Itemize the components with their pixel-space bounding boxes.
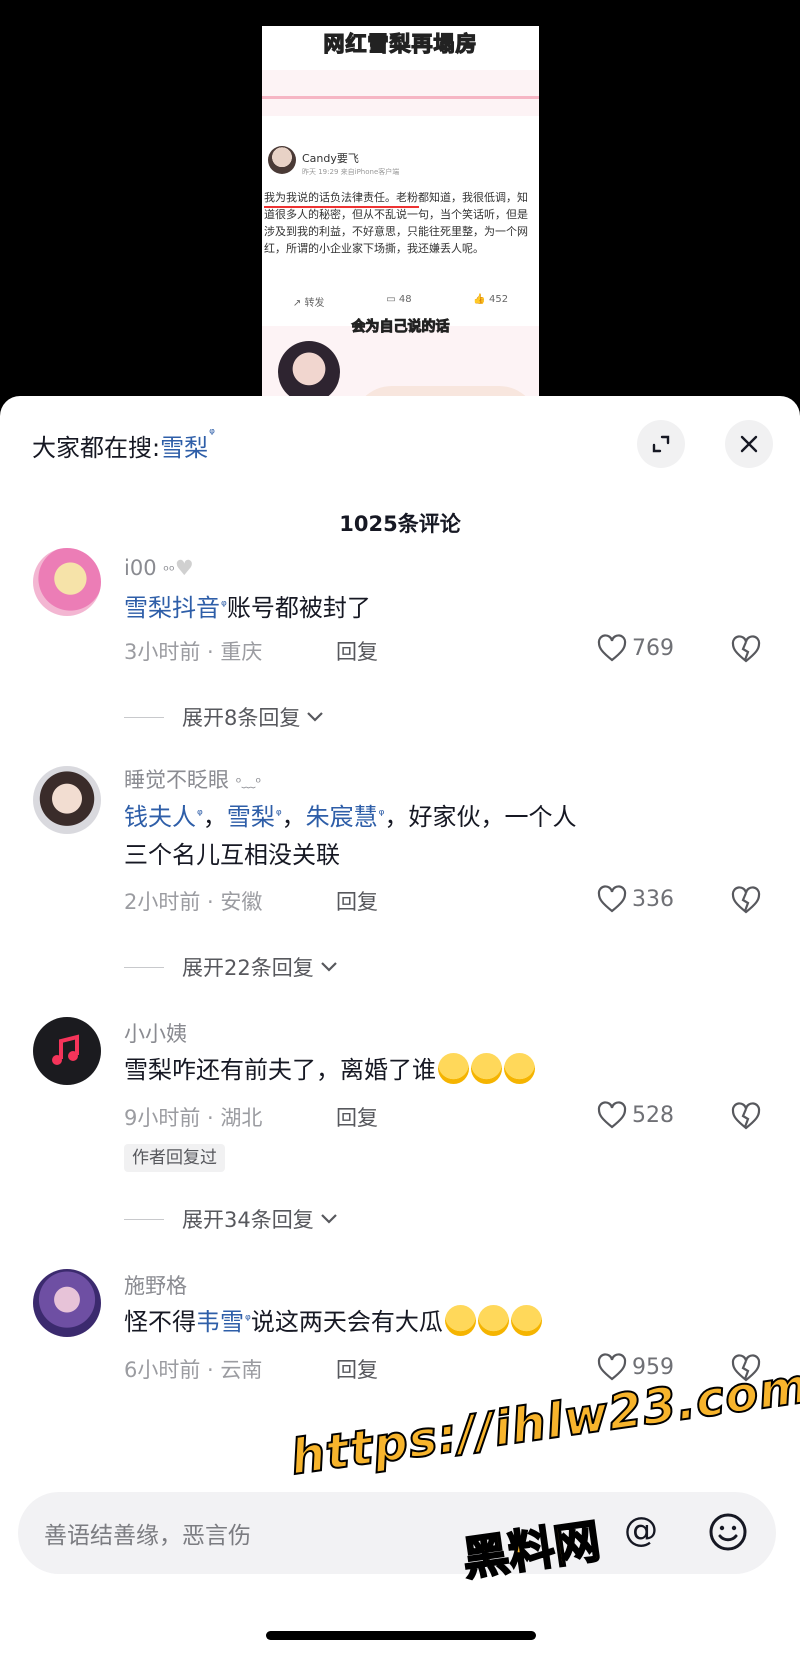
broken-heart-icon [731, 886, 761, 914]
dislike-button[interactable] [730, 1101, 762, 1135]
reply-button[interactable]: 回复 [336, 636, 378, 666]
emoji-button[interactable] [706, 1510, 750, 1558]
laughing-emoji-icon [444, 1304, 476, 1336]
weibo-username: Candy要飞 [302, 152, 359, 165]
laughing-emoji-icon [504, 1052, 535, 1084]
like-button[interactable]: 336 [596, 884, 674, 914]
close-button[interactable] [725, 420, 773, 468]
like-button[interactable]: 528 [596, 1100, 674, 1130]
weibo-screenshot: Candy要飞 昨天 19:29 来自iPhone客户端 我为我说的话负法律责任… [262, 116, 539, 326]
video-area[interactable]: 网红雪梨再塌房 Candy要飞 昨天 19:29 来自iPhone客户端 我为我… [0, 0, 800, 410]
comment-username[interactable]: 小小姨 [124, 1018, 187, 1048]
comment-username[interactable]: 施野格 [124, 1270, 187, 1300]
like-count: 959 [632, 1354, 674, 1380]
dislike-button[interactable] [730, 885, 762, 919]
comment-meta: 3小时前 · 重庆 [124, 640, 263, 664]
avatar[interactable] [33, 766, 101, 834]
comment-count: 1025条评论 [339, 512, 461, 536]
search-suggestion[interactable]: 大家都在搜:雪梨ᵠ [32, 426, 215, 463]
comment-input-placeholder: 善语结善缘，恶言伤 [44, 1523, 251, 1549]
close-icon [740, 435, 758, 453]
emoji-icon [709, 1513, 747, 1551]
laughing-emoji-icon [438, 1052, 469, 1084]
heart-icon [597, 634, 627, 662]
expand-icon [652, 435, 670, 453]
weibo-meta: 昨天 19:29 来自iPhone客户端 [302, 168, 400, 176]
comment-meta: 6小时前 · 云南 [124, 1358, 263, 1382]
comment-username[interactable]: i00 ᵒᵒ♥ [124, 556, 194, 580]
heart-icon [597, 1101, 627, 1129]
like-button[interactable]: 769 [596, 633, 674, 663]
reply-button[interactable]: 回复 [336, 886, 378, 916]
reply-button[interactable]: 回复 [336, 1354, 378, 1384]
avatar[interactable] [33, 1269, 101, 1337]
comment-input[interactable]: 善语结善缘，恶言伤 @ [18, 1492, 776, 1574]
broken-heart-icon [731, 1102, 761, 1130]
laughing-emoji-icon [510, 1304, 542, 1336]
expand-button[interactable] [637, 420, 685, 468]
chevron-down-icon [320, 1214, 337, 1224]
comment-link[interactable]: 雪梨 [227, 803, 275, 831]
like-count: 528 [632, 1102, 674, 1128]
comment-text: 钱夫人ᵠ，雪梨ᵠ，朱宸慧ᵠ，好家伙，一个人 三个名儿互相没关联 [124, 803, 577, 869]
expand-replies[interactable]: 展开22条回复 [124, 952, 338, 982]
comment-link[interactable]: 钱夫人 [124, 803, 196, 831]
laughing-emoji-icon [477, 1304, 509, 1336]
dislike-button[interactable] [730, 634, 762, 668]
laughing-emoji-icon [471, 1052, 502, 1084]
author-replied-badge: 作者回复过 [124, 1144, 225, 1172]
reply-button[interactable]: 回复 [336, 1102, 378, 1132]
heart-icon [597, 1353, 627, 1381]
broken-heart-icon [731, 635, 761, 663]
avatar[interactable] [33, 1017, 101, 1085]
like-count: 769 [632, 635, 674, 661]
home-indicator [266, 1631, 536, 1640]
illustration-avatar [278, 341, 340, 403]
comment-meta: 2小时前 · 安徽 [124, 890, 263, 914]
chevron-down-icon [307, 712, 324, 722]
comment-text: 雪梨抖音ᵠ账号都被封了 [124, 594, 371, 622]
weibo-actions: ↗ 转发 ▭ 48 👍 452 [262, 294, 539, 309]
expand-replies[interactable]: 展开8条回复 [124, 702, 324, 732]
video-caption: 会为自己说的话 [351, 319, 450, 336]
expand-replies[interactable]: 展开34条回复 [124, 1204, 338, 1234]
comment-link[interactable]: 韦雪 [196, 1308, 244, 1336]
comment-link[interactable]: 朱宸慧 [306, 803, 378, 831]
comment-meta: 9小时前 · 湖北 [124, 1106, 263, 1130]
comment-text: 雪梨咋还有前夫了，离婚了谁 [124, 1051, 764, 1089]
weibo-repost: ↗ 转发 [292, 298, 325, 309]
search-keyword[interactable]: 雪梨 [160, 434, 208, 462]
avatar[interactable] [33, 548, 101, 616]
weibo-likes: 👍 452 [473, 294, 509, 305]
comment-text: 怪不得韦雪ᵠ说这两天会有大瓜 [124, 1303, 764, 1341]
heart-icon [597, 885, 627, 913]
comment-username[interactable]: 睡觉不眨眼 ᵒ﹏ᵒ [124, 764, 261, 794]
weibo-avatar [268, 146, 296, 174]
like-count: 336 [632, 886, 674, 912]
weibo-text: 我为我说的话负法律责任。老粉都知道，我很低调，知道很多人的秘密，但从不乱说一句，… [264, 191, 528, 255]
weibo-comments: ▭ 48 [386, 294, 412, 305]
video-frame: 网红雪梨再塌房 Candy要飞 昨天 19:29 来自iPhone客户端 我为我… [262, 26, 539, 410]
comment-sheet: 大家都在搜:雪梨ᵠ 1025条评论 i00 ᵒᵒ♥ 雪梨抖音ᵠ账号都被封了 3小… [0, 396, 800, 1661]
comment-link[interactable]: 雪梨抖音 [124, 594, 220, 622]
video-headline: 网红雪梨再塌房 [323, 31, 478, 56]
search-hint-icon: ᵠ [209, 426, 215, 442]
at-icon[interactable]: @ [624, 1510, 658, 1550]
chevron-down-icon [320, 962, 337, 972]
music-note-icon [52, 1034, 79, 1065]
